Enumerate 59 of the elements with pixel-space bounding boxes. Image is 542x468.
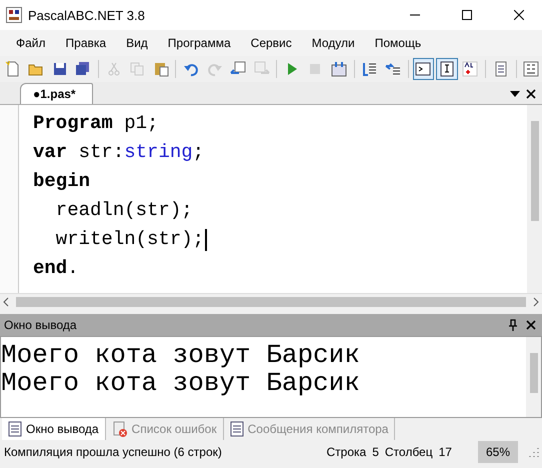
output-line: Моего кота зовут Барсик [1, 341, 361, 369]
status-message: Компиляция прошла успешно (6 строк) [4, 445, 223, 459]
copy-icon [129, 61, 146, 77]
vertical-scrollbar[interactable] [527, 105, 542, 293]
console-icon [415, 61, 432, 77]
save-icon [52, 61, 68, 77]
panel-tab[interactable]: Окно вывода [2, 418, 106, 440]
code-line: var str:string; [33, 140, 206, 165]
output-line: Моего кота зовут Барсик [1, 369, 361, 397]
abc-icon [462, 61, 478, 77]
undo-icon [183, 61, 200, 77]
new-file-icon [4, 61, 21, 77]
panel-title: Окно вывода [4, 318, 78, 332]
line-label: Строка [326, 445, 366, 459]
menu-item[interactable]: Файл [6, 36, 56, 50]
dropdown-icon[interactable] [510, 91, 520, 97]
document-icon [230, 421, 244, 437]
text-cursor-icon [438, 61, 455, 77]
menu-item[interactable]: Помощь [364, 36, 432, 50]
code-line: writeln(str); [33, 225, 527, 254]
document-list-icon [492, 61, 509, 77]
window-title: PascalABC.NET 3.8 [28, 8, 146, 22]
console-button[interactable] [412, 58, 434, 80]
outdent-icon [254, 61, 270, 77]
indent-icon [230, 61, 246, 77]
menu-item[interactable]: Правка [56, 36, 116, 50]
step-into-icon [361, 61, 378, 77]
menu-item[interactable]: Программа [158, 36, 241, 50]
code-icon [523, 61, 540, 77]
code-line: begin [33, 169, 92, 194]
close-icon[interactable] [526, 320, 536, 330]
vertical-scrollbar[interactable] [526, 337, 541, 417]
document-icon [8, 421, 22, 437]
scissors-icon [106, 61, 122, 77]
redo-icon [206, 61, 223, 77]
resize-grip-icon[interactable] [528, 446, 540, 458]
code-line: Program p1; [33, 111, 160, 136]
text-cursor-button[interactable] [436, 58, 458, 80]
app-logo-icon [6, 7, 22, 23]
code-line: readln(str); [54, 198, 194, 223]
maximize-icon [462, 10, 472, 20]
debug-icon [330, 61, 347, 77]
step-over-icon [384, 61, 401, 77]
code-line: end. [33, 256, 80, 281]
close-icon[interactable] [526, 89, 536, 99]
pin-icon[interactable] [508, 319, 518, 331]
zoom-level: 65% [478, 441, 518, 463]
column-number: 17 [438, 445, 452, 459]
error-list-icon [112, 421, 128, 437]
menu-item[interactable]: Модули [302, 36, 365, 50]
paste-icon [152, 61, 169, 77]
line-number: 5 [372, 445, 379, 459]
close-icon [514, 10, 524, 20]
save-all-icon [75, 61, 92, 77]
file-tab[interactable]: ●1.pas* [20, 83, 93, 104]
menu-item[interactable]: Вид [116, 36, 158, 50]
menu-item[interactable]: Сервис [240, 36, 302, 50]
column-label: Столбец [384, 445, 433, 459]
horizontal-scrollbar[interactable] [0, 293, 542, 310]
